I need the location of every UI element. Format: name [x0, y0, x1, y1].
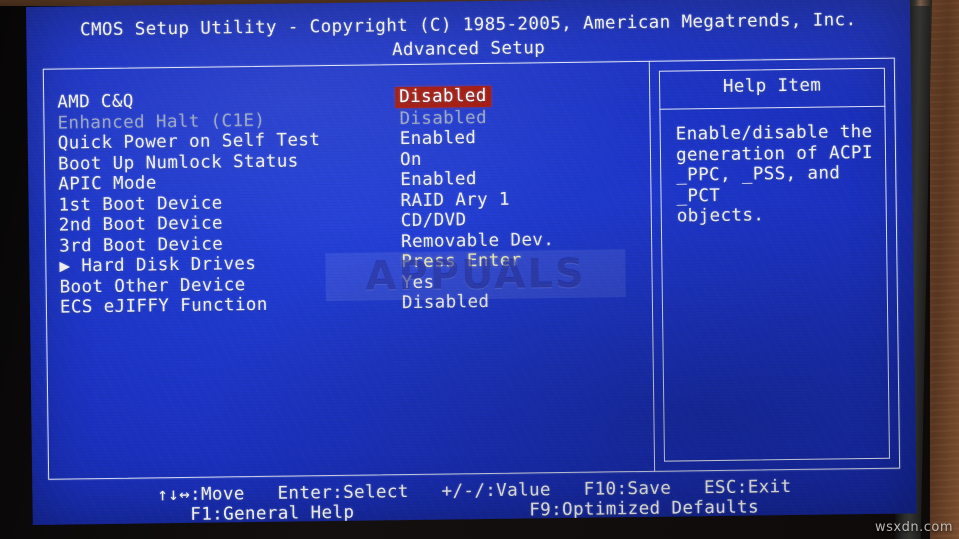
submenu-arrow-icon: ▶ — [59, 256, 71, 277]
setting-label: AMD C&Q — [57, 91, 134, 113]
corner-watermark: wsxdn.com — [875, 520, 953, 535]
setting-label: 1st Boot Device — [58, 192, 223, 216]
setting-label: 3rd Boot Device — [59, 233, 224, 257]
monitor-screen-area: CMOS Setup Utility - Copyright (C) 1985-… — [26, 0, 917, 529]
setting-value-press-enter[interactable]: Press Enter — [401, 251, 522, 273]
bios-interface: CMOS Setup Utility - Copyright (C) 1985-… — [26, 0, 917, 525]
setting-label: APIC Mode — [58, 173, 157, 195]
setting-label: ▶ Hard Disk Drives — [59, 254, 256, 277]
setting-value[interactable]: On — [400, 149, 422, 170]
setting-value[interactable]: Removable Dev. — [401, 230, 554, 253]
setting-label: 2nd Boot Device — [58, 213, 224, 236]
setting-value: Disabled — [399, 107, 488, 129]
setting-label: Enhanced Halt (C1E) — [57, 110, 266, 134]
help-panel-title: Help Item — [722, 75, 822, 97]
setting-value[interactable]: Enabled — [400, 128, 477, 150]
setting-label-text: Hard Disk Drives — [81, 254, 257, 277]
setting-value[interactable]: Yes — [402, 272, 435, 293]
setting-value[interactable]: Disabled — [402, 292, 490, 314]
bios-screen: CMOS Setup Utility - Copyright (C) 1985-… — [26, 0, 917, 525]
setting-value[interactable]: RAID Ary 1 — [400, 189, 510, 211]
help-panel-text: Enable/disable the generation of ACPI _P… — [675, 121, 873, 227]
setting-label: ECS eJIFFY Function — [59, 294, 268, 318]
setting-label: Boot Other Device — [59, 274, 246, 298]
setting-value[interactable]: CD/DVD — [401, 210, 467, 231]
settings-list: AMD C&Q Disabled Enhanced Halt (C1E) Dis… — [57, 85, 640, 318]
setting-value[interactable]: Enabled — [400, 169, 477, 191]
monitor-photo: CMOS Setup Utility - Copyright (C) 1985-… — [0, 0, 959, 539]
setting-value-selected[interactable]: Disabled — [395, 85, 491, 108]
